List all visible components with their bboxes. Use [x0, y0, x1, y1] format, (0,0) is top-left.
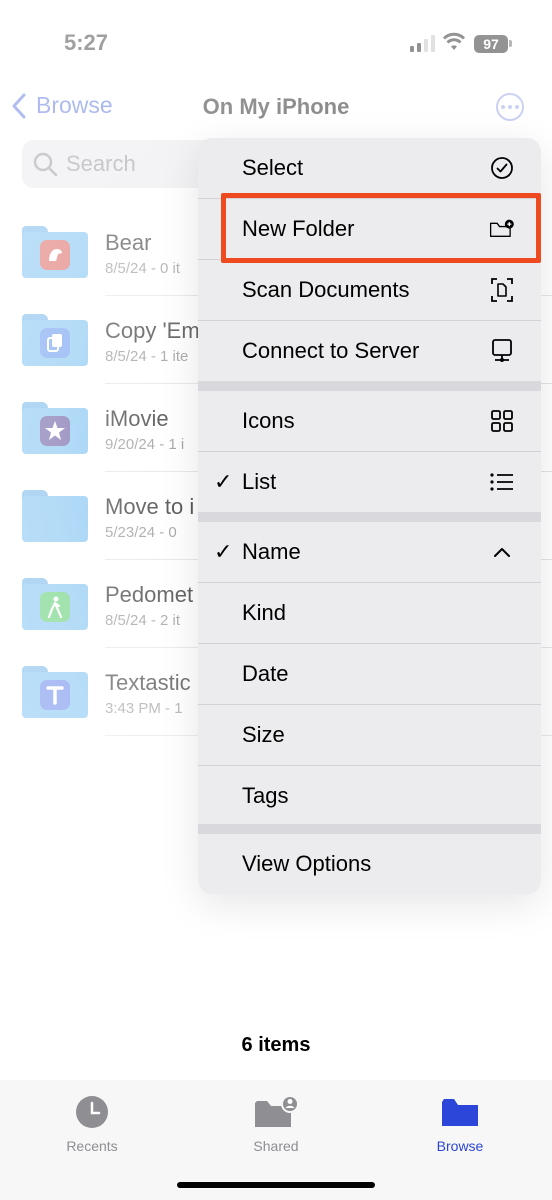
battery-level: 97	[483, 36, 499, 52]
menu-label: Select	[242, 155, 304, 180]
folder-icon	[22, 226, 88, 278]
menu-item-size[interactable]: Size	[198, 705, 541, 765]
menu-label: Scan Documents	[242, 277, 410, 302]
bear-app-icon	[40, 240, 70, 270]
menu-section-gap	[198, 381, 541, 391]
menu-item-kind[interactable]: Kind	[198, 583, 541, 643]
menu-item-name[interactable]: ✓ Name	[198, 522, 541, 582]
cellular-signal-icon	[410, 34, 435, 52]
menu-item-date[interactable]: Date	[198, 644, 541, 704]
menu-label: Icons	[242, 408, 295, 433]
home-indicator	[177, 1182, 375, 1188]
status-time: 5:27	[64, 30, 109, 55]
folder-icon	[22, 490, 88, 542]
menu-label: Connect to Server	[242, 338, 420, 363]
file-meta: 8/5/24 - 1 ite	[105, 348, 189, 365]
clock-icon	[32, 1094, 152, 1130]
battery-nub	[509, 40, 512, 47]
menu-label: Kind	[242, 600, 287, 625]
textastic-app-icon	[40, 680, 70, 710]
folder-icon	[22, 666, 88, 718]
file-name: Copy 'Em	[105, 318, 200, 343]
folder-icon	[22, 578, 88, 630]
folder-icon	[22, 402, 88, 454]
wifi-icon	[442, 32, 466, 50]
chevron-up-icon	[489, 539, 515, 565]
battery-icon: 97	[474, 35, 508, 53]
file-meta: 9/20/24 - 1 i	[105, 436, 185, 453]
menu-label: Name	[242, 539, 301, 564]
menu-item-connect-to-server[interactable]: Connect to Server	[198, 321, 541, 381]
search-icon	[33, 152, 58, 177]
pedometer-app-icon	[40, 592, 70, 622]
menu-item-icons[interactable]: Icons	[198, 391, 541, 451]
checkmark-icon: ✓	[214, 469, 233, 494]
menu-item-select[interactable]: Select	[198, 138, 541, 198]
menu-label: Tags	[242, 783, 289, 808]
server-display-icon	[489, 338, 515, 364]
menu-item-view-options[interactable]: View Options	[198, 834, 541, 894]
items-count: 6 items	[241, 1034, 311, 1056]
tab-recents[interactable]: Recents	[32, 1094, 152, 1154]
page-title: On My iPhone	[202, 94, 350, 119]
tab-label: Browse	[436, 1138, 484, 1154]
list-bullet-icon	[489, 469, 515, 495]
file-name: Pedomet	[105, 582, 194, 607]
menu-section-gap	[198, 824, 541, 834]
file-name: Move to i	[105, 494, 195, 519]
menu-label: List	[242, 469, 277, 494]
file-meta: 8/5/24 - 2 it	[105, 612, 181, 629]
menu-section-gap	[198, 512, 541, 522]
menu-label: Date	[242, 661, 289, 686]
file-name: Bear	[105, 230, 152, 255]
imovie-app-icon	[40, 416, 70, 446]
ellipsis-circle-icon[interactable]	[496, 93, 524, 121]
tab-label: Recents	[66, 1138, 118, 1154]
menu-label: View Options	[242, 851, 372, 876]
search-placeholder: Search	[66, 151, 136, 176]
tab-browse[interactable]: Browse	[400, 1094, 520, 1154]
copy-em-app-icon	[40, 328, 70, 358]
menu-item-scan-documents[interactable]: Scan Documents	[198, 260, 541, 320]
file-name: Textastic	[105, 670, 191, 695]
menu-label: Size	[242, 722, 285, 747]
checkmark-circle-icon	[489, 155, 515, 181]
file-name: iMovie	[105, 406, 169, 431]
doc-viewfinder-icon	[489, 277, 515, 303]
shared-folder-icon	[216, 1094, 336, 1130]
highlight-box	[221, 193, 541, 263]
menu-item-tags[interactable]: Tags	[198, 766, 541, 826]
file-meta: 5/23/24 - 0	[105, 524, 177, 541]
file-meta: 8/5/24 - 0 it	[105, 260, 181, 277]
grid-icon	[489, 408, 515, 434]
tab-shared[interactable]: Shared	[216, 1094, 336, 1154]
folder-fill-icon	[400, 1094, 520, 1130]
checkmark-icon: ✓	[214, 539, 233, 564]
status-bar: 5:27 97	[0, 0, 552, 80]
folder-icon	[22, 314, 88, 366]
tab-label: Shared	[253, 1138, 299, 1154]
file-meta: 3:43 PM - 1	[105, 700, 183, 717]
menu-item-list[interactable]: ✓ List	[198, 452, 541, 512]
